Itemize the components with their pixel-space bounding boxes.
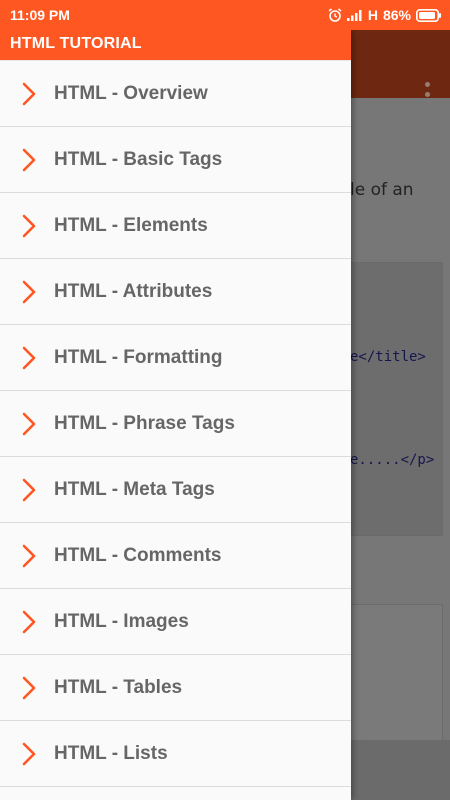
drawer-list: HTML - Overview HTML - Basic Tags HTML -… — [0, 60, 351, 787]
chevron-right-icon — [22, 742, 36, 765]
chevron-right-icon — [22, 280, 36, 303]
drawer-item-tables[interactable]: HTML - Tables — [0, 655, 351, 721]
drawer-item-label: HTML - Attributes — [54, 280, 213, 302]
drawer-item-attributes[interactable]: HTML - Attributes — [0, 259, 351, 325]
drawer-item-label: HTML - Elements — [54, 214, 208, 236]
code-block — [350, 604, 443, 746]
battery-percent: 86% — [382, 7, 411, 23]
chevron-right-icon — [22, 676, 36, 699]
drawer-item-label: HTML - Formatting — [54, 346, 223, 368]
chevron-right-icon — [22, 148, 36, 171]
battery-icon — [416, 8, 442, 22]
drawer-item-meta-tags[interactable]: HTML - Meta Tags — [0, 457, 351, 523]
drawer-item-label: HTML - Tables — [54, 676, 183, 698]
chevron-right-icon — [22, 82, 36, 105]
content-text-fragment: le of an — [350, 180, 414, 200]
drawer-item-label: HTML - Phrase Tags — [54, 412, 235, 434]
chevron-right-icon — [22, 346, 36, 369]
bottom-bar — [350, 740, 450, 800]
status-bar: 11:09 PM H 86% — [0, 0, 450, 30]
signal-bars-icon — [346, 9, 363, 21]
chevron-right-icon — [22, 478, 36, 501]
drawer-item-lists[interactable]: HTML - Lists — [0, 721, 351, 787]
drawer-item-label: HTML - Lists — [54, 742, 168, 764]
drawer-item-formatting[interactable]: HTML - Formatting — [0, 325, 351, 391]
drawer-item-elements[interactable]: HTML - Elements — [0, 193, 351, 259]
drawer-item-label: HTML - Basic Tags — [54, 148, 223, 170]
code-line: e</title> — [350, 349, 426, 365]
code-line: e.....</p> — [350, 452, 435, 468]
chevron-right-icon — [22, 610, 36, 633]
network-type: H — [367, 7, 378, 23]
drawer-item-basic-tags[interactable]: HTML - Basic Tags — [0, 127, 351, 193]
drawer-item-label: HTML - Meta Tags — [54, 478, 215, 500]
chevron-right-icon — [22, 544, 36, 567]
drawer-item-images[interactable]: HTML - Images — [0, 589, 351, 655]
alarm-clock-icon — [328, 8, 342, 22]
drawer-title: HTML TUTORIAL — [0, 30, 351, 60]
drawer-item-comments[interactable]: HTML - Comments — [0, 523, 351, 589]
navigation-drawer: HTML TUTORIAL HTML - Overview HTML - Bas… — [0, 30, 351, 800]
code-block: e</title> e.....</p> — [350, 262, 443, 536]
chevron-right-icon — [22, 214, 36, 237]
status-icons: H 86% — [328, 5, 442, 25]
drawer-item-overview[interactable]: HTML - Overview — [0, 60, 351, 127]
chevron-right-icon — [22, 412, 36, 435]
drawer-item-label: HTML - Images — [54, 610, 189, 632]
drawer-item-label: HTML - Comments — [54, 544, 222, 566]
drawer-item-label: HTML - Overview — [54, 82, 208, 104]
drawer-item-phrase-tags[interactable]: HTML - Phrase Tags — [0, 391, 351, 457]
status-time: 11:09 PM — [10, 7, 70, 23]
